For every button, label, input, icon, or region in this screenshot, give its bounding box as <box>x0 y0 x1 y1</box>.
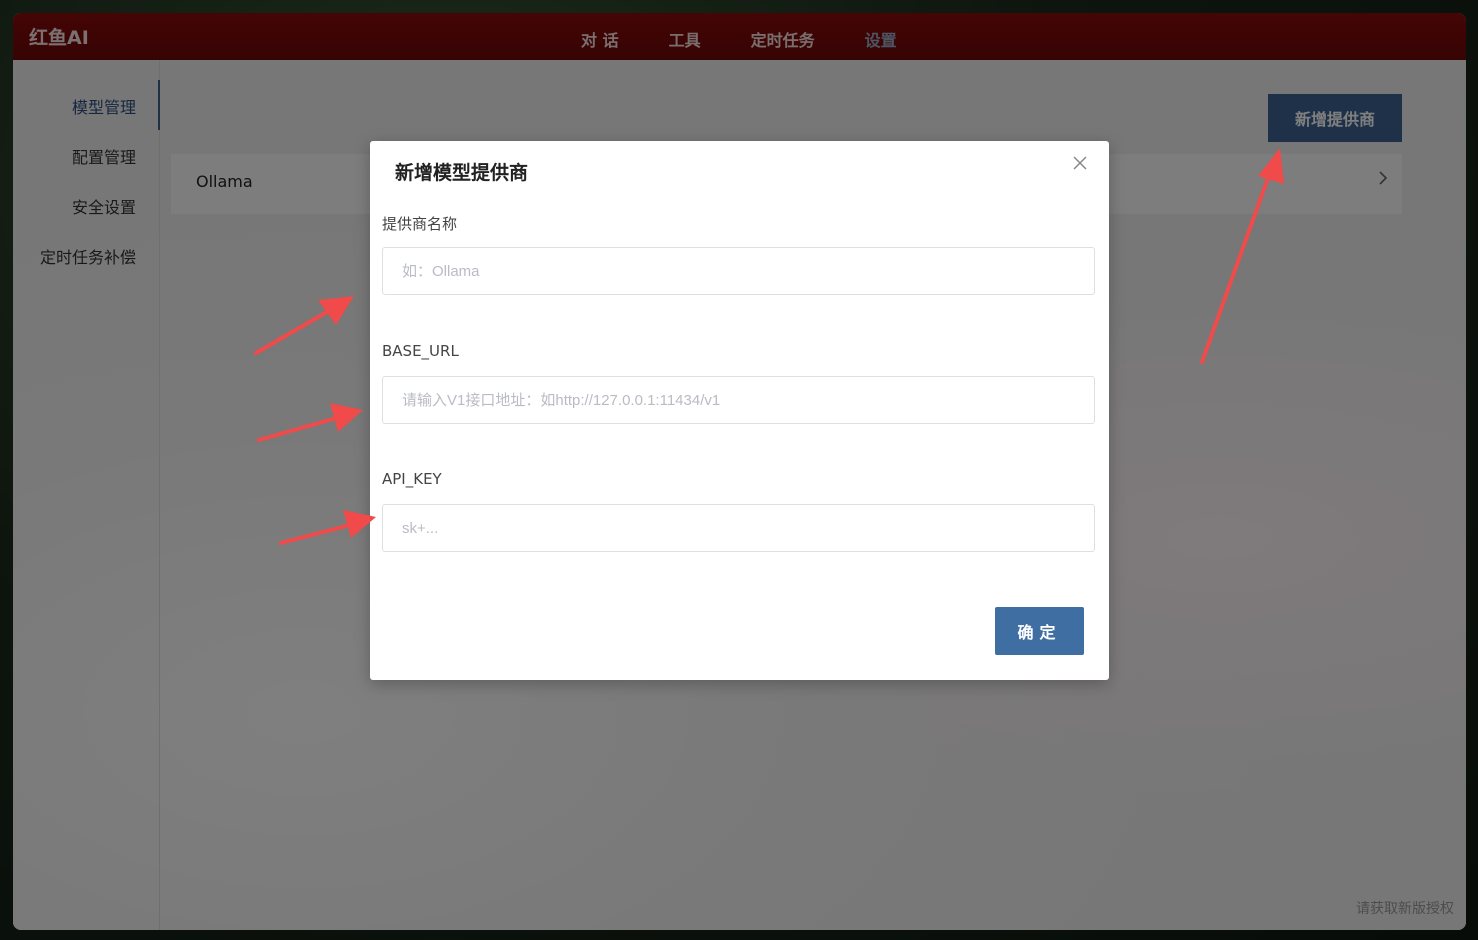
api-key-label: API_KEY <box>382 470 442 488</box>
base-url-label: BASE_URL <box>382 342 459 360</box>
add-provider-dialog: 新增模型提供商 提供商名称 BASE_URL API_KEY 确定 <box>370 141 1109 680</box>
dialog-title: 新增模型提供商 <box>395 162 529 184</box>
base-url-input[interactable] <box>382 376 1095 424</box>
provider-name-input[interactable] <box>382 247 1095 295</box>
close-icon[interactable] <box>1073 153 1087 175</box>
api-key-input[interactable] <box>382 504 1095 552</box>
provider-name-label: 提供商名称 <box>382 215 458 233</box>
confirm-button[interactable]: 确定 <box>995 607 1084 655</box>
